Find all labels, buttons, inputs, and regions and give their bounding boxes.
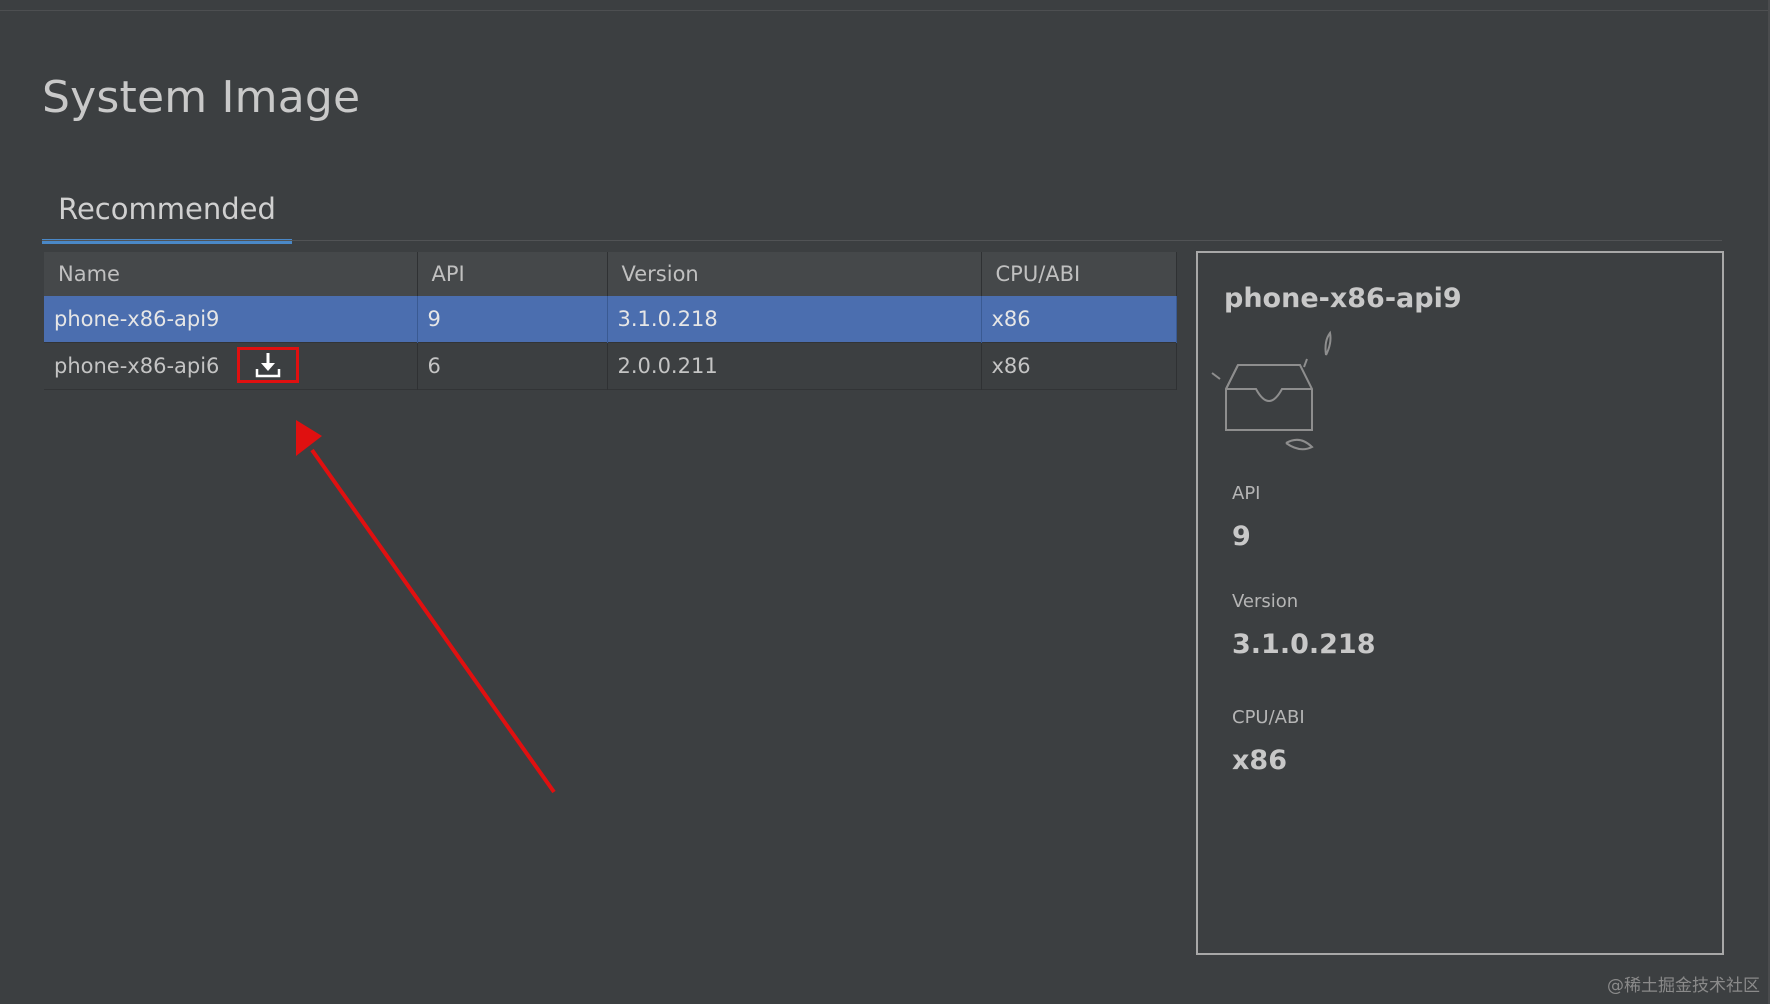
- detail-value-version: 3.1.0.218: [1232, 629, 1376, 660]
- download-button[interactable]: [237, 347, 299, 383]
- empty-inbox-icon: [1211, 330, 1332, 451]
- table-row[interactable]: phone-x86-api9 9 3.1.0.218 x86: [44, 296, 1177, 343]
- column-header-version[interactable]: Version: [607, 252, 982, 296]
- details-panel: phone-x86-api9 API 9 Version 3.1.0.218 C…: [1196, 251, 1724, 955]
- top-divider: [0, 10, 1770, 11]
- system-image-table: Name API Version CPU/ABI phone-x86-api9 …: [44, 252, 1177, 390]
- detail-label-api: API: [1232, 483, 1261, 504]
- cell-api: 9: [417, 296, 608, 343]
- cell-name: phone-x86-api6: [44, 342, 418, 390]
- cell-version: 3.1.0.218: [607, 296, 982, 343]
- cell-version: 2.0.0.211: [607, 342, 982, 390]
- detail-value-api: 9: [1232, 521, 1251, 552]
- row-name-text: phone-x86-api6: [54, 354, 220, 378]
- tab-recommended[interactable]: Recommended: [42, 186, 292, 244]
- tab-strip-divider: [42, 240, 1722, 241]
- cell-cpu-abi: x86: [981, 296, 1177, 343]
- row-name-text: phone-x86-api9: [54, 307, 220, 331]
- detail-label-version: Version: [1232, 591, 1299, 612]
- column-header-cpu-abi[interactable]: CPU/ABI: [981, 252, 1177, 296]
- detail-value-cpu-abi: x86: [1232, 745, 1287, 776]
- table-header-row: Name API Version CPU/ABI: [44, 252, 1177, 296]
- detail-label-cpu-abi: CPU/ABI: [1232, 707, 1305, 728]
- column-header-api[interactable]: API: [417, 252, 608, 296]
- system-image-screen: System Image Recommended Name API Versio…: [0, 0, 1770, 1004]
- column-header-name[interactable]: Name: [44, 252, 418, 296]
- download-icon: [255, 353, 281, 378]
- page-title: System Image: [42, 72, 361, 123]
- cell-api: 6: [417, 342, 608, 390]
- details-title: phone-x86-api9: [1224, 283, 1462, 314]
- table-row[interactable]: phone-x86-api6 6 2.0.0.211 x86: [44, 342, 1177, 390]
- cell-cpu-abi: x86: [981, 342, 1177, 390]
- tab-label: Recommended: [58, 192, 276, 226]
- watermark: @稀土掘金技术社区: [1607, 976, 1760, 996]
- tab-strip: Recommended: [42, 186, 1722, 244]
- cell-name: phone-x86-api9: [44, 296, 418, 343]
